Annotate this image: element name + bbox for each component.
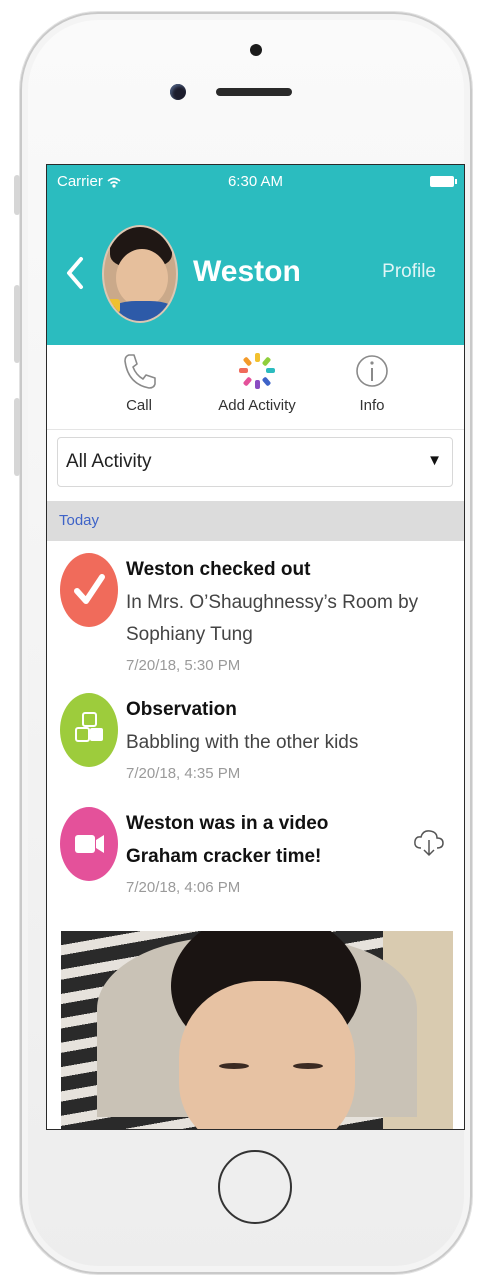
action-bar: Call Add Activity Info — [47, 345, 464, 430]
baby-eye-left — [219, 1063, 249, 1069]
feed-item-title: Weston was in a video — [126, 813, 329, 834]
activity-filter-dropdown[interactable]: All Activity ▼ — [57, 437, 453, 487]
child-avatar[interactable] — [102, 225, 178, 323]
mute-switch — [14, 175, 20, 215]
info-icon — [356, 355, 388, 387]
feed-item-title: Observation — [126, 699, 237, 720]
add-activity-button[interactable]: Add Activity — [197, 351, 317, 414]
volume-down-button — [14, 398, 20, 476]
blocks-icon — [60, 693, 118, 767]
cloud-download-icon[interactable] — [412, 827, 446, 857]
avatar-face — [116, 249, 168, 307]
profile-link[interactable]: Profile — [382, 261, 436, 283]
battery-icon — [430, 176, 457, 187]
feed-item-title: Weston checked out — [126, 559, 311, 580]
call-button[interactable]: Call — [79, 351, 199, 414]
section-label: Today — [59, 512, 100, 529]
info-label: Info — [359, 397, 385, 414]
volume-up-button — [14, 285, 20, 363]
front-camera — [170, 84, 186, 100]
status-time: 6:30 AM — [227, 173, 284, 190]
video-thumbnail[interactable] — [61, 931, 453, 1129]
proximity-sensor — [250, 44, 262, 56]
child-header: Carrier 6:30 AM Weston Profile — [47, 165, 464, 345]
feed-item-date: 7/20/18, 5:30 PM — [126, 657, 241, 674]
info-button[interactable]: Info — [312, 351, 432, 414]
back-chevron-icon[interactable] — [63, 251, 89, 295]
baby-eye-right — [293, 1063, 323, 1069]
add-activity-label: Add Activity — [218, 397, 296, 414]
call-label: Call — [126, 397, 152, 414]
section-header-today: Today — [47, 501, 464, 541]
baby-face — [179, 981, 355, 1129]
avatar-toy — [106, 299, 120, 313]
feed-item-date: 7/20/18, 4:35 PM — [126, 765, 241, 782]
filter-selected-value: All Activity — [66, 451, 152, 472]
earpiece-speaker — [216, 88, 292, 96]
feed-item-description: Graham cracker time! — [126, 846, 322, 867]
checkmark-icon — [60, 553, 118, 627]
add-activity-icon — [239, 353, 275, 389]
dropdown-caret-icon: ▼ — [427, 452, 442, 469]
feed-item-description: Babbling with the other kids — [126, 732, 359, 753]
child-name: Weston — [193, 255, 301, 288]
app-screen: Carrier 6:30 AM Weston Profile Call Add … — [46, 164, 465, 1130]
home-button[interactable] — [218, 1150, 292, 1224]
video-camera-icon — [60, 807, 118, 881]
status-bar: Carrier 6:30 AM — [47, 171, 464, 193]
feed-item-description: In Mrs. O’Shaughnessy’s Room by Sophiany… — [126, 592, 419, 645]
feed-item-date: 7/20/18, 4:06 PM — [126, 879, 241, 896]
phone-icon — [124, 354, 156, 389]
